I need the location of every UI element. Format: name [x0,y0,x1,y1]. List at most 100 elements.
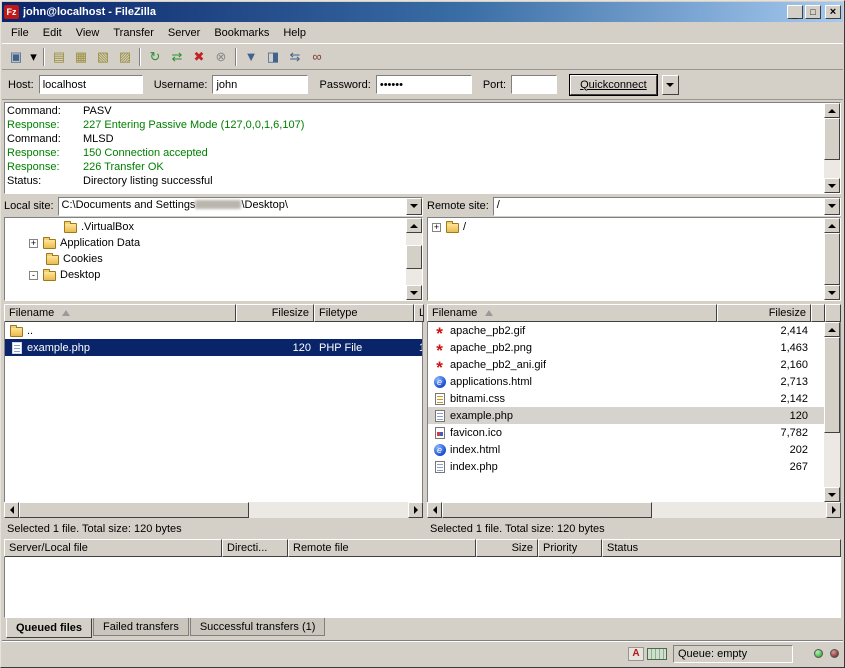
tab-failed-transfers[interactable]: Failed transfers [93,618,189,636]
filezilla-window: Fz john@localhost - FileZilla _ □ × File… [0,0,845,668]
quickconnect-dropdown-button[interactable] [662,75,679,95]
file-row[interactable]: .. [5,322,422,339]
column-header-filesize[interactable]: Filesize [717,304,811,322]
refresh-button[interactable]: ↻ [144,46,166,68]
file-row[interactable]: index.php 267 [428,458,824,475]
scroll-down-button[interactable] [406,285,422,300]
local-file-list: .. example.php 120 PHP File 1 [4,322,423,502]
expand-icon[interactable]: + [29,239,38,248]
minimize-button[interactable]: _ [787,5,803,19]
local-tree-scrollbar[interactable] [406,218,422,300]
column-header-priority[interactable]: Priority [538,539,602,557]
file-row[interactable]: *apache_pb2.gif 2,414 [428,322,824,339]
scrollbar-thumb[interactable] [824,337,840,433]
close-button[interactable]: × [825,5,841,19]
scroll-down-button[interactable] [824,285,840,300]
menu-server[interactable]: Server [161,25,207,41]
column-header-filename[interactable]: Filename [4,304,236,322]
scroll-up-button[interactable] [406,218,422,233]
scrollbar-thumb[interactable] [406,245,422,269]
scrollbar-thumb[interactable] [442,502,652,518]
tree-item[interactable]: .VirtualBox [5,219,406,235]
file-row[interactable]: eindex.html 202 [428,441,824,458]
local-site-dropdown-button[interactable] [406,198,422,215]
remote-list-scrollbar[interactable] [824,322,840,502]
column-header-server-local-file[interactable]: Server/Local file [4,539,222,557]
remote-site-combo[interactable]: / [493,197,841,216]
tab-queued-files[interactable]: Queued files [6,618,92,638]
menu-bookmarks[interactable]: Bookmarks [207,25,276,41]
port-input[interactable] [511,75,557,94]
sync-browse-button[interactable]: ⇆ [284,46,306,68]
scrollbar-thumb[interactable] [824,118,840,160]
expand-icon[interactable]: + [432,223,441,232]
remote-tree-scrollbar[interactable] [824,218,840,300]
column-header-status[interactable]: Status [602,539,841,557]
file-row-selected[interactable]: example.php 120 [428,407,824,424]
column-header-filename[interactable]: Filename [427,304,717,322]
scrollbar-thumb[interactable] [19,502,249,518]
find-files-button[interactable]: ∞ [306,46,328,68]
column-header-size[interactable]: Size [476,539,538,557]
scroll-up-button[interactable] [824,218,840,233]
process-queue-button[interactable]: ⇄ [166,46,188,68]
log-scrollbar[interactable] [824,103,840,193]
menu-view[interactable]: View [69,25,107,41]
scroll-left-button[interactable] [427,502,442,518]
scroll-down-button[interactable] [824,178,840,193]
scroll-right-button[interactable] [408,502,423,518]
toggle-remote-tree-button[interactable]: ▧ [92,46,114,68]
file-row-selected[interactable]: example.php 120 PHP File 1 [5,339,422,356]
menu-edit[interactable]: Edit [36,25,69,41]
column-header-filesize[interactable]: Filesize [236,304,314,322]
local-horizontal-scrollbar[interactable] [4,502,423,518]
scrollbar-thumb[interactable] [824,233,840,285]
toggle-local-tree-button[interactable]: ▦ [70,46,92,68]
transfer-type-indicator-icon[interactable]: A [628,647,644,661]
menu-help[interactable]: Help [276,25,313,41]
site-manager-dropdown-button[interactable]: ▾ [27,46,40,68]
tree-item[interactable]: Cookies [5,251,406,267]
toolbar-separator [235,48,237,66]
file-row[interactable]: *apache_pb2_ani.gif 2,160 [428,356,824,373]
cancel-button[interactable]: ✖ [188,46,210,68]
maximize-button[interactable]: □ [805,5,821,19]
toggle-message-log-button[interactable]: ▤ [48,46,70,68]
scroll-up-button[interactable] [824,103,840,118]
tree-item[interactable]: -Desktop [5,267,406,283]
tab-successful-transfers[interactable]: Successful transfers (1) [190,618,326,636]
username-input[interactable] [212,75,308,94]
scroll-left-button[interactable] [4,502,19,518]
compare-button[interactable]: ◨ [262,46,284,68]
menu-file[interactable]: File [4,25,36,41]
disconnect-button[interactable]: ⊗ [210,46,232,68]
remote-site-dropdown-button[interactable] [824,198,840,215]
scroll-right-button[interactable] [826,502,841,518]
menu-transfer[interactable]: Transfer [106,25,161,41]
sync-browse-icon: ⇆ [290,50,301,63]
local-site-combo[interactable]: C:\Documents and Settings\Desktop\ [58,197,423,216]
file-row[interactable]: bitnami.css 2,142 [428,390,824,407]
remote-horizontal-scrollbar[interactable] [427,502,841,518]
host-input[interactable] [39,75,143,94]
toggle-queue-button[interactable]: ▨ [114,46,136,68]
collapse-icon[interactable]: - [29,271,38,280]
filter-button[interactable]: ▼ [240,46,262,68]
queue-body[interactable] [4,557,841,618]
local-status-text: Selected 1 file. Total size: 120 bytes [4,518,423,538]
titlebar[interactable]: Fz john@localhost - FileZilla _ □ × [2,2,843,22]
log-line: Response:226 Transfer OK [7,160,822,174]
file-row[interactable]: eapplications.html 2,713 [428,373,824,390]
column-header-remote-file[interactable]: Remote file [288,539,476,557]
scroll-up-button[interactable] [824,322,840,337]
site-manager-button[interactable]: ▣ [5,46,27,68]
column-header-direction[interactable]: Directi... [222,539,288,557]
file-row[interactable]: *apache_pb2.png 1,463 [428,339,824,356]
password-input[interactable] [376,75,472,94]
column-header-filetype[interactable]: Filetype [314,304,414,322]
tree-item[interactable]: +/ [428,219,824,235]
tree-item[interactable]: +Application Data [5,235,406,251]
file-row[interactable]: favicon.ico 7,782 [428,424,824,441]
quickconnect-button[interactable]: Quickconnect [570,75,657,95]
scroll-down-button[interactable] [824,487,840,502]
